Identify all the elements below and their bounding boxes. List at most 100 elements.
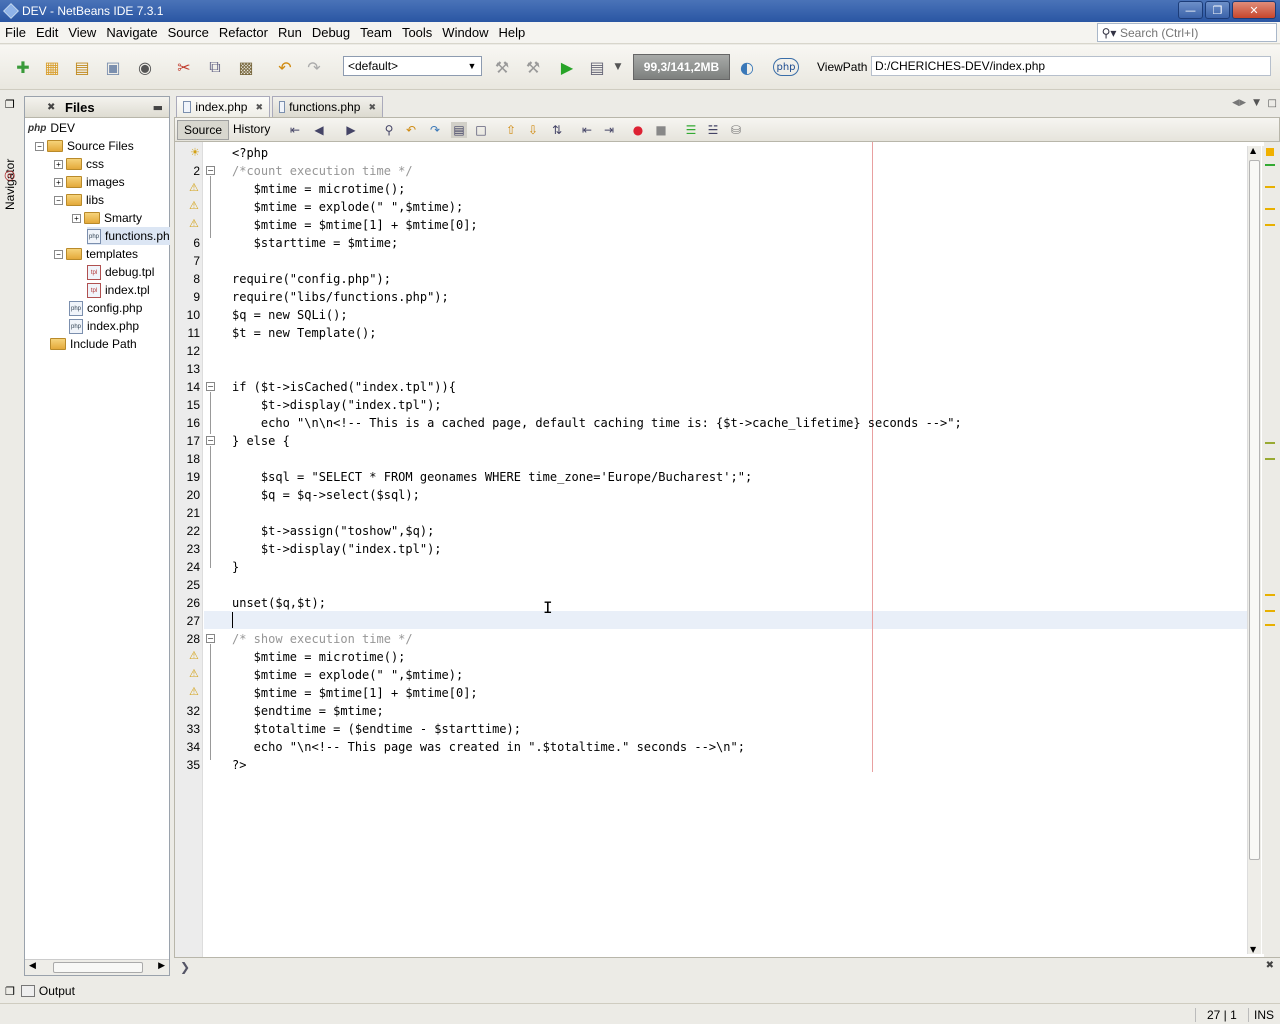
new-project-icon[interactable]: ▦ <box>40 55 64 79</box>
search-input[interactable] <box>1120 25 1270 40</box>
clean-build-icon[interactable]: ⚒ <box>521 55 545 79</box>
restore-window-icon[interactable]: ❐ <box>5 98 15 111</box>
close-tab-icon[interactable]: ✖ <box>368 102 376 113</box>
open-project-icon[interactable]: ▤ <box>70 55 94 79</box>
collapse-icon[interactable]: − <box>54 195 63 205</box>
menu-debug[interactable]: Debug <box>307 25 355 40</box>
save-all-icon[interactable]: ▣ <box>101 55 125 79</box>
close-button[interactable]: ✕ <box>1232 1 1276 19</box>
fold-toggle-icon[interactable]: − <box>206 436 215 445</box>
stop-macro-icon[interactable]: ■ <box>653 122 669 138</box>
eye-icon[interactable]: ◉ <box>133 55 157 79</box>
error-stripe[interactable] <box>1262 146 1280 954</box>
fold-toggle-icon[interactable]: − <box>206 634 215 643</box>
warning-icon[interactable]: ⚠ <box>189 182 201 194</box>
menu-refactor[interactable]: Refactor <box>214 25 273 40</box>
close-icon[interactable]: ✖ <box>47 102 55 113</box>
fold-toggle-icon[interactable]: − <box>206 166 215 175</box>
navigator-tab[interactable]: Navigator <box>3 159 17 210</box>
next-bookmark-icon[interactable]: ⇩ <box>525 122 541 138</box>
tree-item-functions-php[interactable]: php functions.ph <box>87 227 170 245</box>
comment-icon[interactable]: ☰ <box>683 122 699 138</box>
fold-toggle-icon[interactable]: − <box>206 382 215 391</box>
menu-source[interactable]: Source <box>163 25 214 40</box>
last-edit-icon[interactable]: ⇤ <box>287 122 303 138</box>
caret-position[interactable]: 27 | 1 <box>1207 1008 1237 1022</box>
scroll-left-icon[interactable]: ◀ <box>29 961 36 971</box>
warning-icon[interactable]: ⚠ <box>189 200 201 212</box>
insert-mode[interactable]: INS <box>1254 1008 1274 1022</box>
paste-icon[interactable]: ▩ <box>234 55 258 79</box>
menu-team[interactable]: Team <box>355 25 397 40</box>
php-icon[interactable]: php <box>773 58 799 76</box>
warning-icon[interactable]: ⚠ <box>189 650 201 662</box>
close-icon[interactable]: ✖ <box>1266 960 1274 971</box>
menu-run[interactable]: Run <box>273 25 307 40</box>
menu-file[interactable]: File <box>0 25 31 40</box>
build-icon[interactable]: ⚒ <box>490 55 514 79</box>
code-editor[interactable]: ☀ ⚠ ⚠ ⚠ ⚠ ⚠ ⚠ 2 6 7 8 9 10 11 12 13 14 1… <box>174 142 1264 957</box>
tab-functions-php[interactable]: functions.php ✖ <box>272 96 383 117</box>
viewpath-field[interactable]: D:/CHERICHES-DEV/index.php <box>871 56 1271 76</box>
quick-search[interactable]: ⚲▾ <box>1097 23 1277 42</box>
scrollbar-thumb[interactable] <box>53 962 143 973</box>
scrollbar-thumb[interactable] <box>1249 160 1260 860</box>
menu-help[interactable]: Help <box>494 25 531 40</box>
find-icon[interactable]: ⚲ <box>381 122 397 138</box>
expand-icon[interactable]: + <box>72 213 81 223</box>
minimize-button[interactable]: — <box>1178 1 1203 19</box>
new-file-icon[interactable]: ✚ <box>11 55 35 79</box>
tree-item-debug-tpl[interactable]: tpl debug.tpl <box>87 263 154 281</box>
status-marker-icon[interactable] <box>1266 148 1274 156</box>
collapse-icon[interactable]: − <box>35 141 44 151</box>
uncomment-icon[interactable]: ☱ <box>705 122 721 138</box>
tree-item-index-php[interactable]: php index.php <box>69 317 139 335</box>
stripe-marker[interactable] <box>1265 458 1275 460</box>
previous-bookmark-icon[interactable]: ⇧ <box>503 122 519 138</box>
copy-icon[interactable]: ⧉ <box>203 55 227 79</box>
stripe-marker[interactable] <box>1265 610 1275 612</box>
maximize-editor-icon[interactable]: □ <box>1268 98 1277 109</box>
menu-window[interactable]: Window <box>437 25 493 40</box>
toggle-rect-select-icon[interactable]: □ <box>473 122 489 138</box>
find-next-icon[interactable]: ↷ <box>427 122 443 138</box>
undo-icon[interactable]: ↶ <box>273 55 297 79</box>
output-tab[interactable]: Output <box>39 984 75 998</box>
configuration-select[interactable]: <default> ▼ <box>343 56 482 76</box>
toggle-bookmark-icon[interactable]: ⇅ <box>549 122 565 138</box>
find-previous-icon[interactable]: ↶ <box>403 122 419 138</box>
tree-item-images[interactable]: + images <box>54 173 125 191</box>
lightbulb-icon[interactable]: ☀ <box>190 146 200 159</box>
stripe-marker[interactable] <box>1265 186 1275 188</box>
warning-icon[interactable]: ⚠ <box>189 668 201 680</box>
redo-icon[interactable]: ↷ <box>302 55 326 79</box>
tree-item-source-files[interactable]: − Source Files <box>35 137 134 155</box>
files-tab[interactable]: Files <box>65 100 95 115</box>
memory-indicator[interactable]: 99,3/141,2MB <box>633 54 730 80</box>
run-icon[interactable]: ▶ <box>555 55 579 79</box>
cut-icon[interactable]: ✂ <box>172 55 196 79</box>
menu-view[interactable]: View <box>63 25 101 40</box>
scroll-up-icon[interactable]: ▲ <box>1250 146 1256 155</box>
globe-icon[interactable]: ◐ <box>735 55 759 79</box>
show-documents-icon[interactable]: ▼ <box>1253 98 1260 108</box>
forward-icon[interactable]: ▶ <box>343 122 359 138</box>
warning-icon[interactable]: ⚠ <box>189 218 201 230</box>
warning-icon[interactable]: ⚠ <box>189 686 201 698</box>
scroll-tabs-icon[interactable]: ◀▶ <box>1232 98 1246 108</box>
stripe-marker[interactable] <box>1265 208 1275 210</box>
tab-index-php[interactable]: index.php ✖ <box>176 96 270 117</box>
stripe-marker[interactable] <box>1265 594 1275 596</box>
expand-icon[interactable]: + <box>54 159 63 169</box>
tree-item-dev[interactable]: php DEV <box>28 119 75 137</box>
menu-navigate[interactable]: Navigate <box>101 25 162 40</box>
tab-source[interactable]: Source <box>177 120 230 140</box>
tree-item-smarty[interactable]: + Smarty <box>72 209 142 227</box>
shift-right-icon[interactable]: ⇥ <box>601 122 617 138</box>
stripe-marker[interactable] <box>1265 624 1275 626</box>
tree-item-config-php[interactable]: php config.php <box>69 299 142 317</box>
database-icon[interactable]: ⛁ <box>728 122 744 138</box>
collapse-icon[interactable]: − <box>54 249 63 259</box>
debug-chevron-down-icon[interactable]: ▼ <box>606 55 630 79</box>
editor-vertical-scrollbar[interactable]: ▲ ▼ <box>1247 146 1261 954</box>
